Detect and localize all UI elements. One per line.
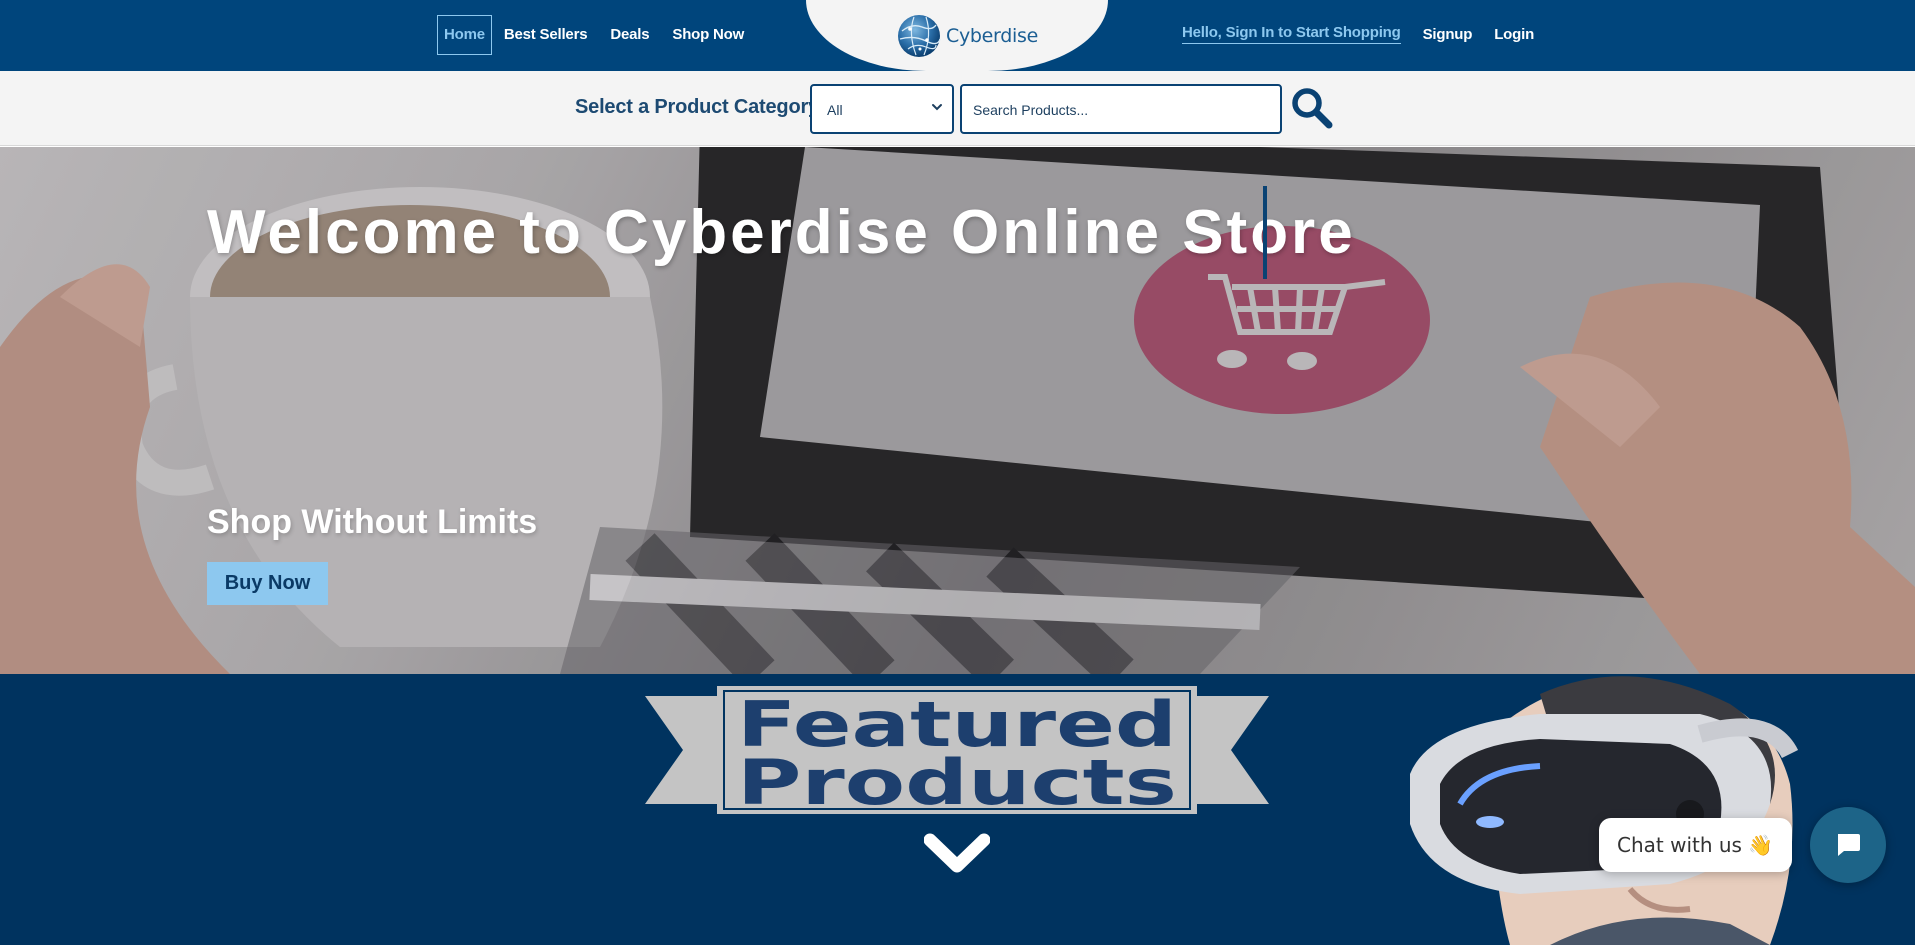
nav-shop-now-link[interactable]: Shop Now xyxy=(661,15,755,55)
search-bar: Select a Product Category All Search Pro… xyxy=(0,71,1915,146)
hero-subtitle: Shop Without Limits xyxy=(207,503,538,541)
signup-link[interactable]: Signup xyxy=(1423,26,1473,43)
search-input[interactable]: Search Products... xyxy=(960,84,1282,134)
typing-caret xyxy=(1263,186,1267,279)
brand-logo[interactable]: Cyberdise xyxy=(896,13,1038,59)
brand-name: Cyberdise xyxy=(946,25,1038,47)
chevron-down-icon xyxy=(932,104,942,111)
top-navigation: Home Best Sellers Deals Shop Now Cyberdi… xyxy=(0,0,1915,71)
banner-line-2: Products xyxy=(737,746,1177,814)
main-nav: Home Best Sellers Deals Shop Now xyxy=(437,15,756,55)
chat-open-button[interactable] xyxy=(1810,807,1886,883)
chevron-down-icon[interactable] xyxy=(924,830,990,878)
wave-emoji-icon: 👋 xyxy=(1747,833,1773,857)
category-select-value: All xyxy=(827,102,843,118)
globe-icon xyxy=(898,15,941,57)
search-icon[interactable] xyxy=(1290,86,1334,130)
buy-now-button[interactable]: Buy Now xyxy=(207,562,328,605)
search-placeholder: Search Products... xyxy=(973,102,1089,118)
category-select[interactable]: All xyxy=(810,84,954,134)
nav-deals-link[interactable]: Deals xyxy=(599,15,660,55)
featured-products-banner: Featured Products xyxy=(645,686,1269,814)
hero-banner: Welcome to Cyberdise Online Store Shop W… xyxy=(0,147,1915,674)
chat-prompt[interactable]: Chat with us 👋 xyxy=(1599,818,1792,872)
category-label: Select a Product Category xyxy=(575,96,819,118)
signin-link[interactable]: Hello, Sign In to Start Shopping xyxy=(1182,24,1401,44)
featured-section: Featured Products xyxy=(0,674,1915,945)
nav-home-link[interactable]: Home xyxy=(437,15,492,55)
chat-label: Chat with us xyxy=(1617,833,1742,857)
hero-title: Welcome to Cyberdise Online Store xyxy=(207,198,1356,267)
account-nav: Hello, Sign In to Start Shopping Signup … xyxy=(1182,24,1534,44)
login-link[interactable]: Login xyxy=(1494,26,1534,43)
chat-bubble-icon xyxy=(1838,834,1860,856)
nav-best-sellers-link[interactable]: Best Sellers xyxy=(493,15,598,55)
